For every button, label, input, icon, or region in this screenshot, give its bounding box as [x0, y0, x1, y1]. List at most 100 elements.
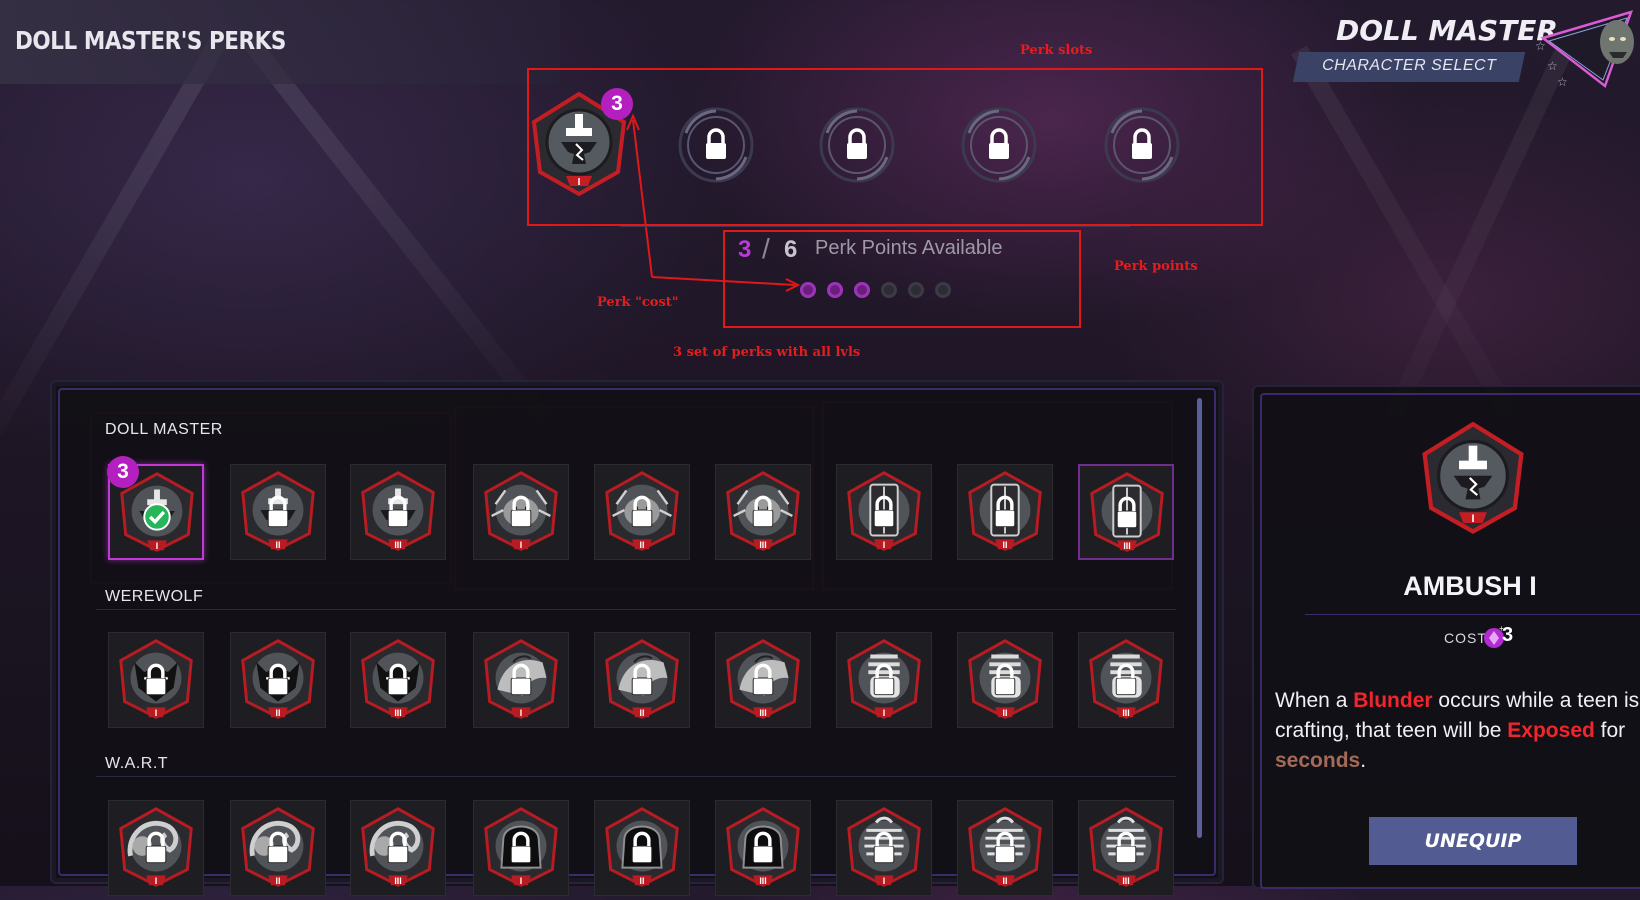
perk-level-label: II — [276, 876, 281, 886]
perk-level-label: III — [394, 876, 401, 886]
perk-cost-value: 3 — [1502, 624, 1514, 646]
perk-tile-locker-iii[interactable]: III — [1078, 464, 1174, 560]
perk-level-label: I — [155, 708, 157, 718]
locked-slot-3[interactable] — [815, 103, 899, 187]
perk-level-label: II — [276, 708, 281, 718]
perk-points-max: 6 — [784, 236, 798, 263]
category-label-werewolf: WEREWOLF — [105, 588, 204, 605]
perk-cost-label: COST — [1444, 630, 1487, 646]
perk-tile-wolf-howl-ii[interactable]: II — [594, 632, 690, 728]
category-divider — [96, 776, 1176, 777]
perk-tile-clenched-fist-iii[interactable]: III — [1078, 632, 1174, 728]
clenched-fist-icon: III — [1089, 639, 1163, 719]
keyword-exposed: Exposed — [1507, 719, 1595, 742]
character-portrait-avatar[interactable]: ☆ ☆ ☆ — [1535, 8, 1640, 90]
locked-slot-2[interactable] — [674, 103, 758, 187]
hooded-face-icon: II — [605, 807, 679, 887]
perk-tile-curly-hair-ii[interactable]: II — [230, 800, 326, 896]
detail-level-label: I — [1472, 513, 1475, 525]
perk-level-label: I — [156, 541, 158, 551]
perk-level-label: III — [759, 708, 766, 718]
perk-level-label: II — [276, 540, 281, 550]
perk-points-used: 3 — [738, 236, 752, 263]
perk-tile-hooded-face-iii[interactable]: III — [715, 800, 811, 896]
unequip-button[interactable]: UNEQUIP — [1369, 817, 1577, 865]
curly-hair-icon: II — [241, 807, 315, 887]
annotation-perk-slots-label: Perk slots — [1020, 43, 1093, 58]
perk-level-label: I — [520, 540, 522, 550]
perk-tile-spider-beast-i[interactable]: I — [473, 464, 569, 560]
perk-tile-wolf-howl-i[interactable]: I — [473, 632, 569, 728]
perk-level-label: III — [759, 540, 766, 550]
perk-tile-hooded-face-i[interactable]: I — [473, 800, 569, 896]
perk-point-dot-filled — [854, 282, 870, 298]
svg-text:☆: ☆ — [1547, 59, 1558, 73]
perk-tile-wolf-face-iii[interactable]: III — [350, 632, 446, 728]
unequip-button-label: UNEQUIP — [1424, 830, 1522, 852]
perk-level-label: II — [640, 876, 645, 886]
svg-text:☆: ☆ — [1535, 39, 1546, 53]
locker-icon: III — [1090, 472, 1164, 552]
perk-cost-badge: 3 — [601, 88, 633, 120]
character-select-button[interactable]: CHARACTER SELECT — [1292, 52, 1526, 82]
perk-level-label: II — [640, 708, 645, 718]
lock-icon — [847, 128, 867, 159]
locked-slot-5[interactable] — [1100, 103, 1184, 187]
perk-tile-spider-beast-ii[interactable]: II — [594, 464, 690, 560]
perk-point-dot-empty — [935, 282, 951, 298]
lock-icon — [989, 128, 1009, 159]
perk-tile-striped-figure-i[interactable]: I — [836, 800, 932, 896]
perk-tile-striped-figure-ii[interactable]: II — [957, 800, 1053, 896]
perk-level-label: II — [1003, 708, 1008, 718]
perk-tile-hooded-face-ii[interactable]: II — [594, 800, 690, 896]
character-select-label: CHARACTER SELECT — [1322, 57, 1497, 74]
perk-detail-name: AMBUSH I — [1403, 571, 1537, 601]
wolf-howl-icon: I — [484, 639, 558, 719]
perk-point-dot-filled — [827, 282, 843, 298]
anvil-hammer-icon: III — [361, 471, 435, 551]
perk-tile-spider-beast-iii[interactable]: III — [715, 464, 811, 560]
perk-tile-wolf-face-ii[interactable]: II — [230, 632, 326, 728]
striped-figure-icon: II — [968, 807, 1042, 887]
perk-level-label: III — [394, 708, 401, 718]
hooded-face-icon: III — [726, 807, 800, 887]
perk-tile-curly-hair-iii[interactable]: III — [350, 800, 446, 896]
perk-tile-wolf-howl-iii[interactable]: III — [715, 632, 811, 728]
perk-points-separator: / — [762, 233, 770, 264]
perk-level-label: II — [1003, 540, 1008, 550]
checkmark-icon — [143, 503, 171, 531]
anvil-hammer-icon: II — [241, 471, 315, 551]
perk-level-label: I — [155, 876, 157, 886]
locker-icon: II — [968, 471, 1042, 551]
perk-level-label: II — [640, 540, 645, 550]
perk-tile-locker-ii[interactable]: II — [957, 464, 1053, 560]
perk-points-label: Perk Points Available — [815, 237, 1003, 259]
perk-tile-locker-i[interactable]: I — [836, 464, 932, 560]
character-name: DOLL MASTER — [1336, 14, 1558, 47]
perk-tile-cost-badge: 3 — [107, 456, 139, 488]
wolf-face-icon: I — [119, 639, 193, 719]
slots-divider — [620, 226, 1130, 227]
svg-text:☆: ☆ — [1557, 75, 1568, 89]
perk-tile-wolf-face-i[interactable]: I — [108, 632, 204, 728]
perk-point-dot-empty — [908, 282, 924, 298]
perks-scrollbar[interactable] — [1197, 398, 1202, 838]
perk-tile-curly-hair-i[interactable]: I — [108, 800, 204, 896]
curly-hair-icon: I — [119, 807, 193, 887]
locked-slot-4[interactable] — [957, 103, 1041, 187]
clenched-fist-icon: II — [968, 639, 1042, 719]
spider-beast-icon: II — [605, 471, 679, 551]
perk-tile-clenched-fist-ii[interactable]: II — [957, 632, 1053, 728]
perk-point-dot-empty — [881, 282, 897, 298]
perk-tile-anvil-hammer-ii[interactable]: II — [230, 464, 326, 560]
perk-level-label: I — [520, 876, 522, 886]
wolf-face-icon: II — [241, 639, 315, 719]
perk-slot-1[interactable]: I 3 — [528, 88, 633, 200]
perk-tile-clenched-fist-i[interactable]: I — [836, 632, 932, 728]
perk-level-label: I — [883, 540, 885, 550]
wolf-howl-icon: III — [726, 639, 800, 719]
wolf-face-icon: III — [361, 639, 435, 719]
keyword-seconds: seconds — [1275, 749, 1361, 772]
perk-tile-anvil-hammer-iii[interactable]: III — [350, 464, 446, 560]
perk-tile-striped-figure-iii[interactable]: III — [1078, 800, 1174, 896]
